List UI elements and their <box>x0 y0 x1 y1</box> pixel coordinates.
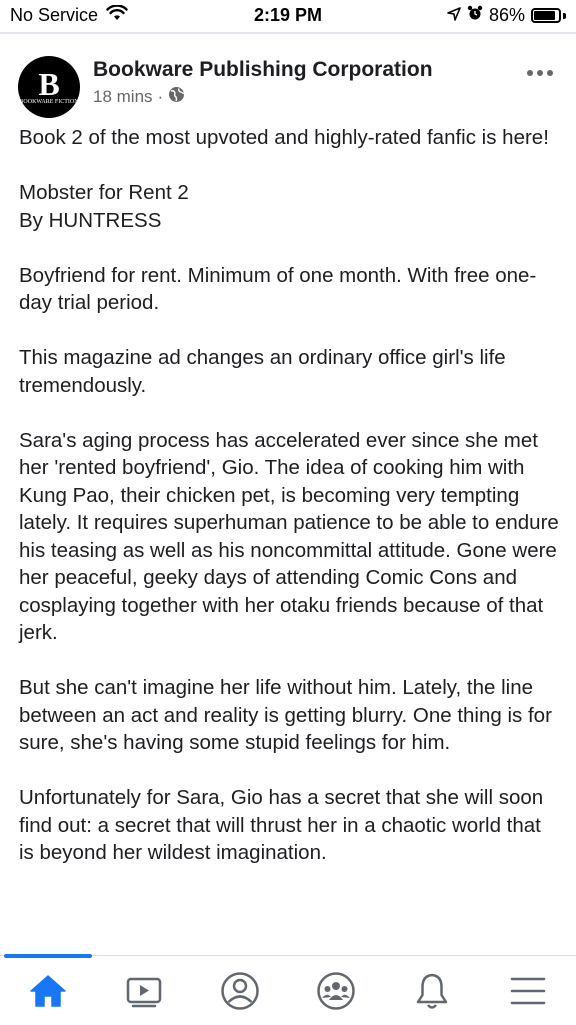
post-paragraph: Boyfriend for rent. Minimum of one month… <box>19 263 537 315</box>
post-meta: 18 mins · <box>93 86 185 108</box>
meta-separator: · <box>157 87 164 106</box>
status-right: 86% <box>447 5 566 26</box>
more-options-button[interactable] <box>524 58 556 88</box>
post-paragraph: Unfortunately for Sara, Gio has a secret… <box>19 786 544 864</box>
page-name-link[interactable]: Bookware Publishing Corporation <box>93 58 433 82</box>
avatar[interactable]: B BOOKWARE FICTION <box>18 56 80 118</box>
post-header: B BOOKWARE FICTION Bookware Publishing C… <box>18 48 558 118</box>
post-timestamp[interactable]: 18 mins <box>93 87 153 107</box>
battery-percent: 86% <box>488 5 525 25</box>
more-dot <box>537 70 543 76</box>
post-paragraph: Sara's aging process has accelerated eve… <box>19 428 559 645</box>
video-icon[interactable] <box>114 966 174 1016</box>
more-dot <box>547 70 553 76</box>
profile-icon[interactable] <box>210 966 270 1016</box>
location-arrow-icon <box>447 5 461 26</box>
battery-icon <box>531 8 561 23</box>
globe-icon <box>168 86 185 108</box>
post-paragraph: This magazine ad changes an ordinary off… <box>19 346 506 397</box>
bottom-nav-bar <box>0 954 576 1025</box>
menu-icon[interactable] <box>498 966 558 1016</box>
avatar-logo-text: BOOKWARE FICTION <box>19 98 79 105</box>
post-paragraph: But she can't imagine her life without h… <box>19 676 552 754</box>
groups-icon[interactable] <box>306 966 366 1016</box>
more-dot <box>527 70 533 76</box>
active-tab-indicator <box>4 954 92 958</box>
post-paragraph: Mobster for Rent 2 <box>19 181 189 204</box>
alarm-icon <box>467 5 483 26</box>
battery-fill <box>534 11 555 20</box>
post-paragraph: By HUNTRESS <box>19 208 162 232</box>
avatar-logo-letter: B <box>38 65 60 102</box>
status-bar: No Service 2:19 PM 86% <box>0 0 576 34</box>
post-paragraph: Book 2 of the most upvoted and highly-ra… <box>19 126 549 149</box>
notifications-icon[interactable] <box>402 966 462 1016</box>
post-text: Book 2 of the most upvoted and highly-ra… <box>19 124 559 894</box>
battery-tip <box>563 12 566 19</box>
home-icon[interactable] <box>18 966 78 1016</box>
